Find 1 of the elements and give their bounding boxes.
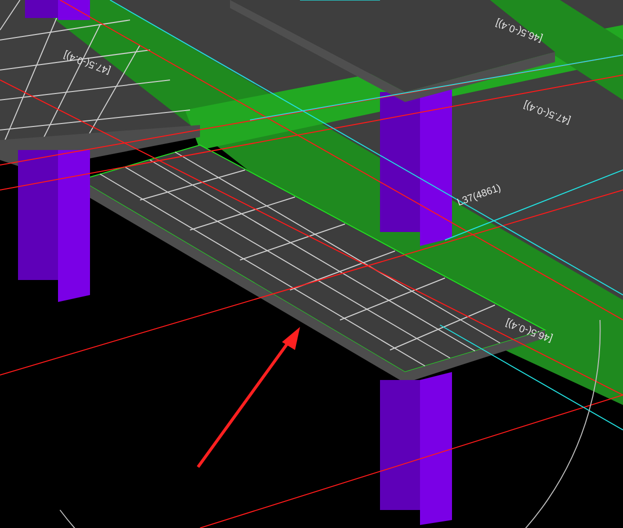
column (25, 0, 90, 20)
